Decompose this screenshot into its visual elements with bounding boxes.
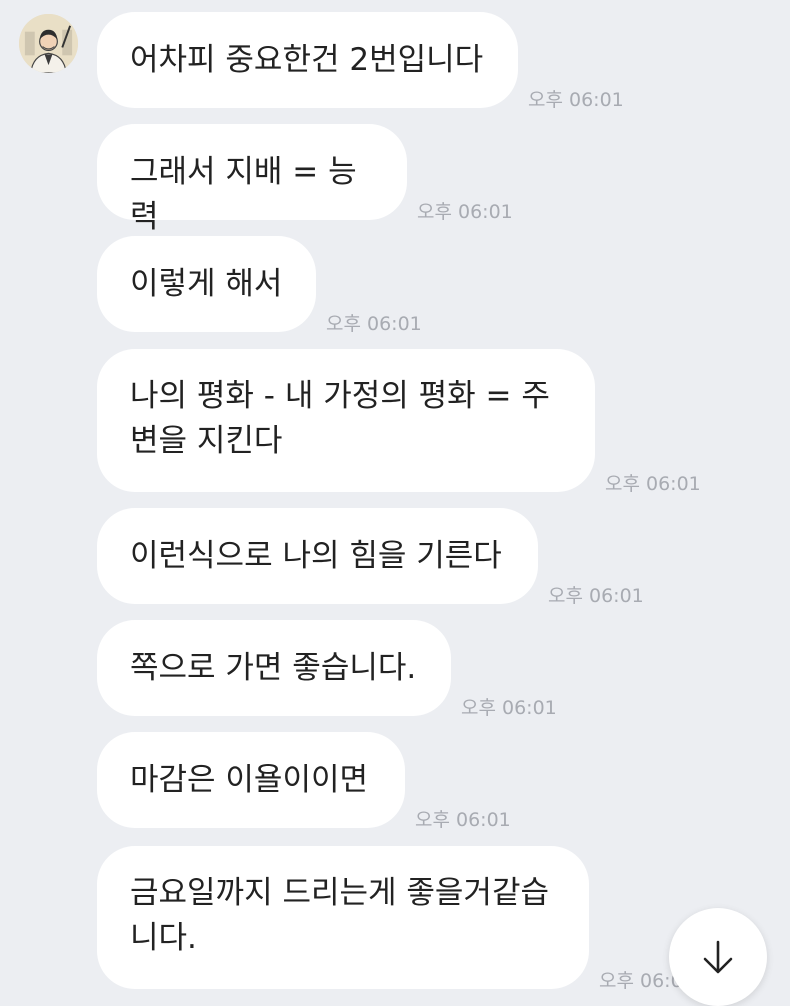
message-time: 오후 06:01 <box>326 313 422 335</box>
message-time: 오후 06:01 <box>461 697 557 719</box>
message-text: 어차피 중요한건 2번입니다 <box>130 42 484 78</box>
message-text: 그래서 지배 = 능력 <box>130 154 357 235</box>
person-avatar-icon <box>19 14 78 73</box>
message-row: 금요일까지 드리는게 좋을거같습니다. 오후 06:01 <box>97 846 695 992</box>
message-row: 이런식으로 나의 힘을 기른다 오후 06:01 <box>97 508 644 607</box>
message-text: 마감은 이욜이이면 <box>130 762 369 798</box>
message-time: 오후 06:01 <box>415 809 511 831</box>
message-row: 마감은 이욜이이면 오후 06:01 <box>97 732 511 831</box>
message-bubble[interactable]: 쪽으로 가면 좋습니다. <box>97 620 451 716</box>
message-time: 오후 06:01 <box>548 585 644 607</box>
arrow-down-icon <box>703 940 733 974</box>
message-bubble[interactable]: 이렇게 해서 <box>97 236 316 332</box>
message-text: 금요일까지 드리는게 좋을거같습니다. <box>130 875 549 956</box>
message-row: 이렇게 해서 오후 06:01 <box>97 236 422 335</box>
message-bubble[interactable]: 마감은 이욜이이면 <box>97 732 405 828</box>
message-text: 쪽으로 가면 좋습니다. <box>130 650 417 686</box>
message-bubble[interactable]: 어차피 중요한건 2번입니다 <box>97 12 518 108</box>
message-row: 그래서 지배 = 능력 오후 06:01 <box>97 124 513 235</box>
message-bubble[interactable]: 나의 평화 - 내 가정의 평화 = 주변을 지킨다 <box>97 349 595 492</box>
message-row: 어차피 중요한건 2번입니다 오후 06:01 <box>97 12 624 111</box>
message-time: 오후 06:01 <box>605 473 701 495</box>
sender-avatar[interactable] <box>19 14 78 73</box>
message-bubble[interactable]: 이런식으로 나의 힘을 기른다 <box>97 508 538 604</box>
message-row: 나의 평화 - 내 가정의 평화 = 주변을 지킨다 오후 06:01 <box>97 349 701 495</box>
message-text: 나의 평화 - 내 가정의 평화 = 주변을 지킨다 <box>130 378 550 459</box>
message-text: 이런식으로 나의 힘을 기른다 <box>130 538 502 574</box>
message-time: 오후 06:01 <box>417 201 513 223</box>
message-time: 오후 06:01 <box>528 89 624 111</box>
scroll-to-bottom-button[interactable] <box>669 908 767 1006</box>
message-bubble[interactable]: 그래서 지배 = 능력 <box>97 124 407 235</box>
message-row: 쪽으로 가면 좋습니다. 오후 06:01 <box>97 620 557 719</box>
message-text: 이렇게 해서 <box>130 266 283 302</box>
message-bubble[interactable]: 금요일까지 드리는게 좋을거같습니다. <box>97 846 589 989</box>
